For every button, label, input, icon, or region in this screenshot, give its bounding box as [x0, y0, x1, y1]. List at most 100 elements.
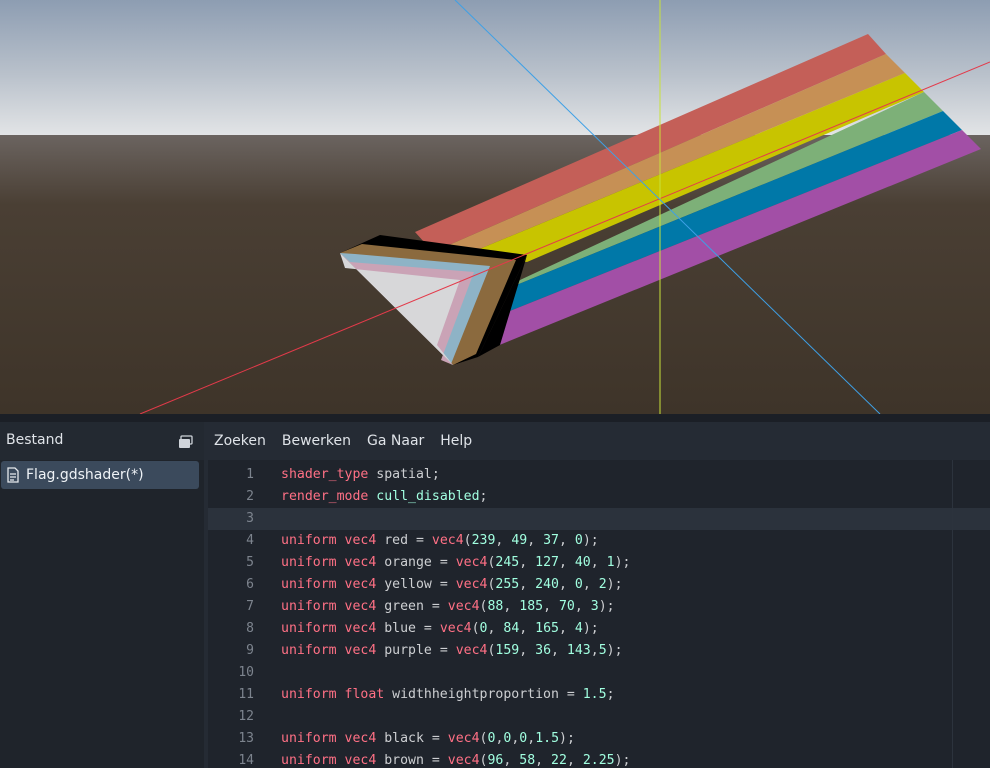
code-line[interactable]: uniform vec4 green = vec4(88, 185, 70, 3… [281, 596, 615, 618]
code-token: , [543, 599, 559, 614]
code-line[interactable]: uniform vec4 black = vec4(0,0,0,1.5); [281, 728, 575, 750]
code-token: vec4 [447, 753, 480, 768]
code-token: 70 [558, 599, 575, 614]
menu-search[interactable]: Zoeken [206, 422, 274, 460]
code-token: yellow = [376, 577, 456, 592]
code-token: uniform [281, 753, 337, 768]
code-token: cull_disabled [376, 489, 480, 504]
code-line[interactable]: render_mode cull_disabled; [281, 486, 487, 508]
code-token: 2.25 [582, 753, 615, 768]
code-token: uniform [281, 687, 337, 702]
line-number: 1 [246, 467, 254, 482]
code-token: vec4 [344, 599, 377, 614]
viewport-scene[interactable] [0, 0, 990, 414]
code-token: vec4 [431, 533, 464, 548]
code-token: uniform [281, 731, 337, 746]
code-token: render_mode [281, 489, 369, 504]
code-token: , [574, 599, 591, 614]
code-token: vec4 [344, 731, 377, 746]
line-number: 4 [246, 533, 254, 548]
code-line[interactable]: uniform vec4 blue = vec4(0, 84, 165, 4); [281, 618, 599, 640]
code-token: green = [376, 599, 448, 614]
code-line[interactable]: uniform float widthheightproportion = 1.… [281, 684, 615, 706]
code-token: , [551, 643, 567, 658]
code-token: 49 [511, 533, 528, 548]
code-token: red = [376, 533, 432, 548]
code-token: , [487, 621, 504, 636]
code-token: 1.5 [535, 731, 560, 746]
code-token: 84 [503, 621, 520, 636]
menu-goto[interactable]: Ga Naar [359, 422, 432, 460]
code-token: , [582, 577, 599, 592]
code-line[interactable]: shader_type spatial; [281, 464, 440, 486]
code-token: uniform [281, 643, 337, 658]
line-number: 11 [238, 687, 254, 702]
code-token: 5 [598, 643, 607, 658]
menu-help[interactable]: Help [432, 422, 480, 460]
shader-file-icon [6, 467, 20, 483]
code-token: 245 [495, 555, 520, 570]
code-editor[interactable]: 1 2 3 4 5 6 7 8 9 10 11 12 13 14 shader_type spatial;… [208, 460, 990, 768]
code-token: , [558, 577, 575, 592]
line-number: 6 [246, 577, 254, 592]
code-token: , [503, 753, 520, 768]
code-token: vec4 [447, 599, 480, 614]
code-token: ; [479, 489, 488, 504]
code-token: 127 [535, 555, 559, 570]
code-token: 58 [519, 753, 536, 768]
code-line[interactable]: uniform vec4 orange = vec4(245, 127, 40,… [281, 552, 630, 574]
line-number: 9 [246, 643, 254, 658]
line-number: 10 [238, 665, 254, 680]
code-line[interactable]: uniform vec4 red = vec4(239, 49, 37, 0); [281, 530, 599, 552]
code-token: 1.5 [582, 687, 607, 702]
code-token: , [535, 753, 552, 768]
code-token: 1 [606, 555, 615, 570]
code-token: widthheightproportion = [384, 687, 583, 702]
line-number: 14 [238, 753, 254, 768]
code-line[interactable]: uniform vec4 brown = vec4(96, 58, 22, 2.… [281, 750, 630, 768]
panel-splitter[interactable] [0, 414, 990, 422]
code-token: 22 [551, 753, 567, 768]
code-token: 0 [479, 621, 488, 636]
code-line[interactable]: uniform vec4 purple = vec4(159, 36, 143,… [281, 640, 623, 662]
line-number: 13 [238, 731, 254, 746]
line-number-gutter: 1 2 3 4 5 6 7 8 9 10 11 12 13 14 [208, 460, 260, 768]
code-token: 96 [487, 753, 504, 768]
code-token: , [590, 643, 599, 658]
code-token: uniform [281, 599, 337, 614]
code-token: , [566, 753, 583, 768]
file-item-label: Flag.gdshader(*) [26, 467, 144, 483]
code-token: blue = [376, 621, 440, 636]
code-token: , [495, 533, 512, 548]
code-token: , [559, 621, 575, 636]
code-token: ( [463, 533, 472, 548]
menu-edit[interactable]: Bewerken [274, 422, 359, 460]
code-token: ); [606, 643, 623, 658]
code-token: uniform [281, 577, 337, 592]
code-token: , [558, 555, 575, 570]
code-token: 0 [574, 577, 583, 592]
file-item-flag-shader[interactable]: Flag.gdshader(*) [1, 461, 199, 489]
3d-viewport[interactable] [0, 0, 990, 414]
code-token: vec4 [344, 533, 377, 548]
code-token: 3 [590, 599, 599, 614]
panel-toggle-icon[interactable] [178, 434, 194, 448]
code-token: ); [614, 753, 631, 768]
code-token: ); [614, 555, 631, 570]
code-token: vec4 [447, 731, 480, 746]
code-token: black = [376, 731, 448, 746]
code-token: uniform [281, 621, 337, 636]
code-line[interactable]: uniform vec4 yellow = vec4(255, 240, 0, … [281, 574, 623, 596]
code-token: float [344, 687, 385, 702]
file-menu-label[interactable]: Bestand [6, 432, 63, 448]
code-token: ); [582, 621, 599, 636]
editor-menubar: Zoeken Bewerken Ga Naar Help [204, 422, 990, 460]
code-token: shader_type [281, 467, 369, 482]
